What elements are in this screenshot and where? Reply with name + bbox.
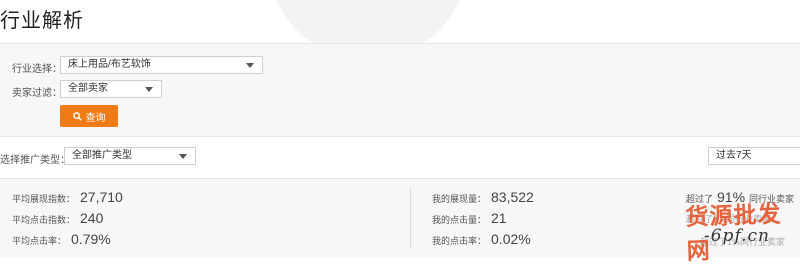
my-clicks-stat: 我的点击量： 21	[432, 210, 507, 226]
seller-filter-select[interactable]: 全部卖家	[60, 80, 162, 98]
promo-type-row: 选择推广类型： 全部推广类型 过去7天	[0, 143, 800, 169]
period-value: 过去7天	[716, 150, 752, 161]
query-button[interactable]: 查询	[60, 105, 118, 127]
avg-impressions-label: 平均展现指数：	[12, 194, 76, 204]
industry-label: 行业选择：	[12, 64, 62, 75]
avg-clicks-label: 平均点击指数：	[12, 215, 76, 225]
avg-ctr-label: 平均点击率：	[12, 236, 67, 246]
avg-impressions-value: 27,710	[80, 189, 123, 205]
page-title: 行业解析	[0, 10, 84, 32]
chevron-down-icon	[179, 154, 187, 159]
industry-select-value: 床上用品/布艺软饰	[68, 59, 151, 70]
avg-ctr-stat: 平均点击率： 0.79%	[12, 231, 111, 247]
my-ctr-value: 0.02%	[491, 231, 531, 247]
avg-impressions-stat: 平均展现指数： 27,710	[12, 189, 123, 205]
query-button-label: 查询	[85, 112, 106, 124]
my-impressions-stat: 我的展现量： 83,522	[432, 189, 534, 205]
seller-filter-label: 卖家过滤：	[12, 88, 62, 99]
stats-divider	[410, 187, 411, 249]
my-impressions-value: 83,522	[491, 189, 534, 205]
my-ctr-stat: 我的点击率： 0.02%	[432, 231, 531, 247]
promo-type-select[interactable]: 全部推广类型	[64, 147, 196, 165]
seller-filter-value: 全部卖家	[68, 83, 108, 94]
avg-clicks-value: 240	[80, 210, 104, 226]
industry-select[interactable]: 床上用品/布艺软饰	[60, 56, 263, 74]
promo-type-value: 全部推广类型	[72, 150, 132, 161]
my-impressions-label: 我的展现量：	[432, 194, 487, 204]
chevron-down-icon	[246, 63, 254, 68]
avg-ctr-value: 0.79%	[71, 231, 111, 247]
period-select[interactable]: 过去7天	[708, 147, 800, 165]
my-clicks-value: 21	[491, 210, 507, 226]
promo-type-label: 选择推广类型：	[0, 155, 70, 166]
avg-clicks-stat: 平均点击指数： 240	[12, 210, 103, 226]
chevron-down-icon	[145, 87, 153, 92]
my-ctr-label: 我的点击率：	[432, 236, 487, 246]
my-clicks-label: 我的点击量：	[432, 215, 487, 225]
watermark-domain: -6pf.cn	[704, 226, 771, 246]
stats-panel: 平均展现指数： 27,710 平均点击指数： 240 平均点击率： 0.79% …	[0, 178, 800, 257]
search-icon	[72, 111, 82, 121]
